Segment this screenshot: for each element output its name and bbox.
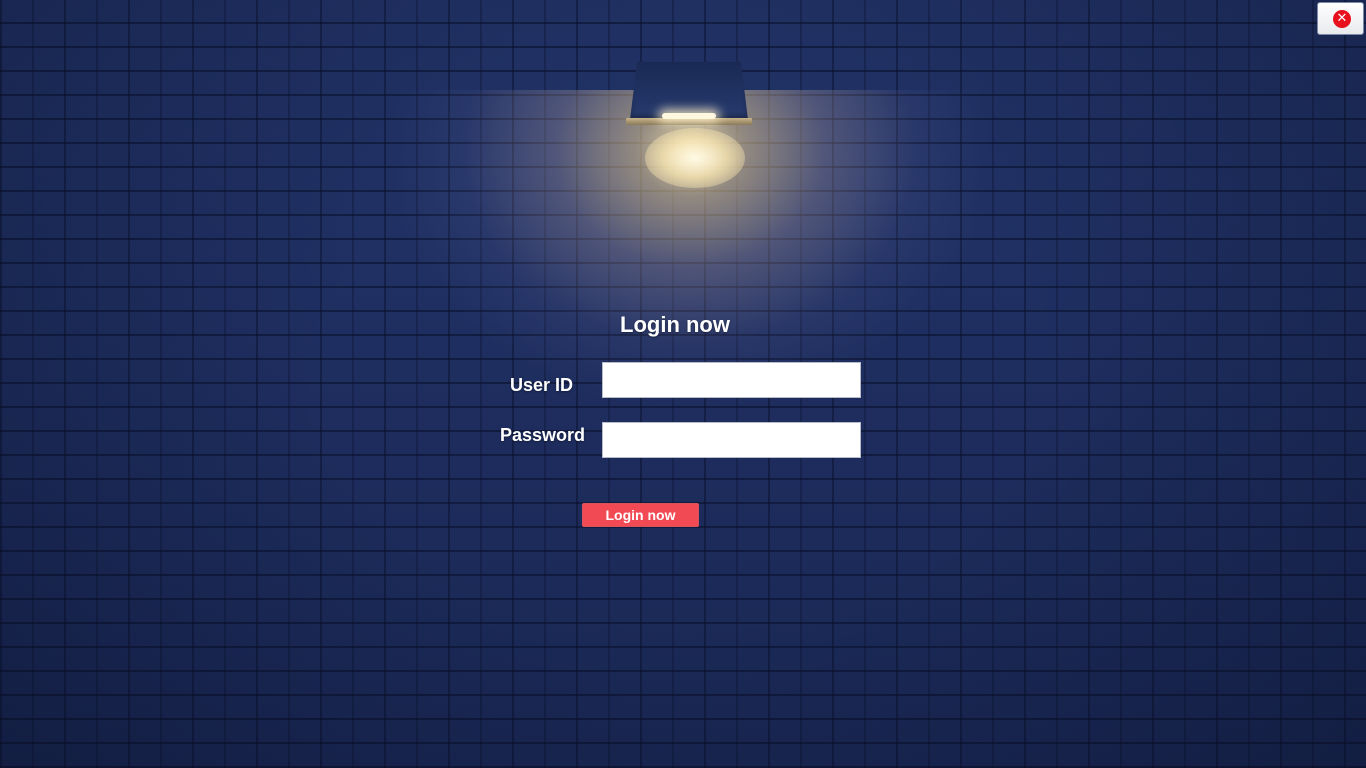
lamp-bulb [662,113,716,119]
login-title: Login now [620,312,730,337]
login-button[interactable]: Login now [582,503,699,527]
lamp-body [630,62,748,120]
user-id-label: User ID [510,375,574,395]
close-button[interactable]: ✕ [1317,2,1364,35]
lamp-rim [626,118,752,125]
login-screen: ✕ Login now User ID Password Login now [0,0,1366,768]
wall-lamp-image [626,62,752,126]
password-label: Password [500,425,586,445]
password-input[interactable] [602,422,861,458]
close-icon[interactable]: ✕ [1333,10,1351,28]
user-id-input[interactable] [602,362,861,398]
